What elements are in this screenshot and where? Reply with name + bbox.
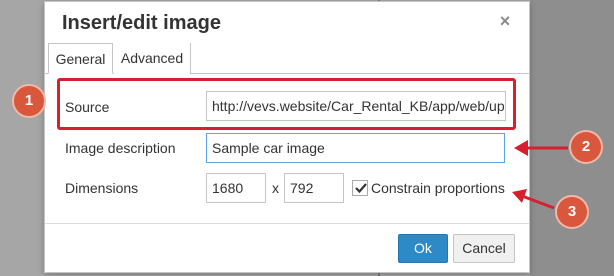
close-icon[interactable]: ×	[497, 11, 513, 31]
image-description-label: Image description	[65, 140, 176, 156]
constrain-proportions-checkbox[interactable]	[352, 180, 368, 196]
dimensions-separator: x	[272, 180, 279, 196]
callout-1: 1	[12, 84, 46, 118]
constrain-proportions-label: Constrain proportions	[371, 180, 505, 196]
tab-advanced[interactable]: Advanced	[114, 43, 191, 74]
arrow-2-icon	[514, 140, 568, 156]
dialog-title: Insert/edit image	[62, 12, 221, 34]
tab-general[interactable]: General	[48, 43, 113, 74]
footer-divider	[45, 223, 529, 224]
height-input[interactable]: 792	[284, 173, 344, 203]
checkmark-icon	[355, 183, 367, 194]
callout-3: 3	[555, 195, 589, 229]
width-input[interactable]: 1680	[206, 173, 266, 203]
callout-2: 2	[569, 130, 603, 164]
arrow-3-icon	[512, 189, 555, 210]
insert-image-dialog: Insert/edit image × General Advanced Sou…	[44, 1, 530, 273]
source-highlight-box	[57, 78, 516, 130]
dimensions-label: Dimensions	[65, 180, 139, 196]
cancel-button[interactable]: Cancel	[453, 234, 515, 263]
ok-button[interactable]: Ok	[398, 234, 448, 263]
tab-bar: General Advanced	[45, 43, 529, 74]
image-description-input[interactable]: Sample car image	[206, 133, 505, 163]
